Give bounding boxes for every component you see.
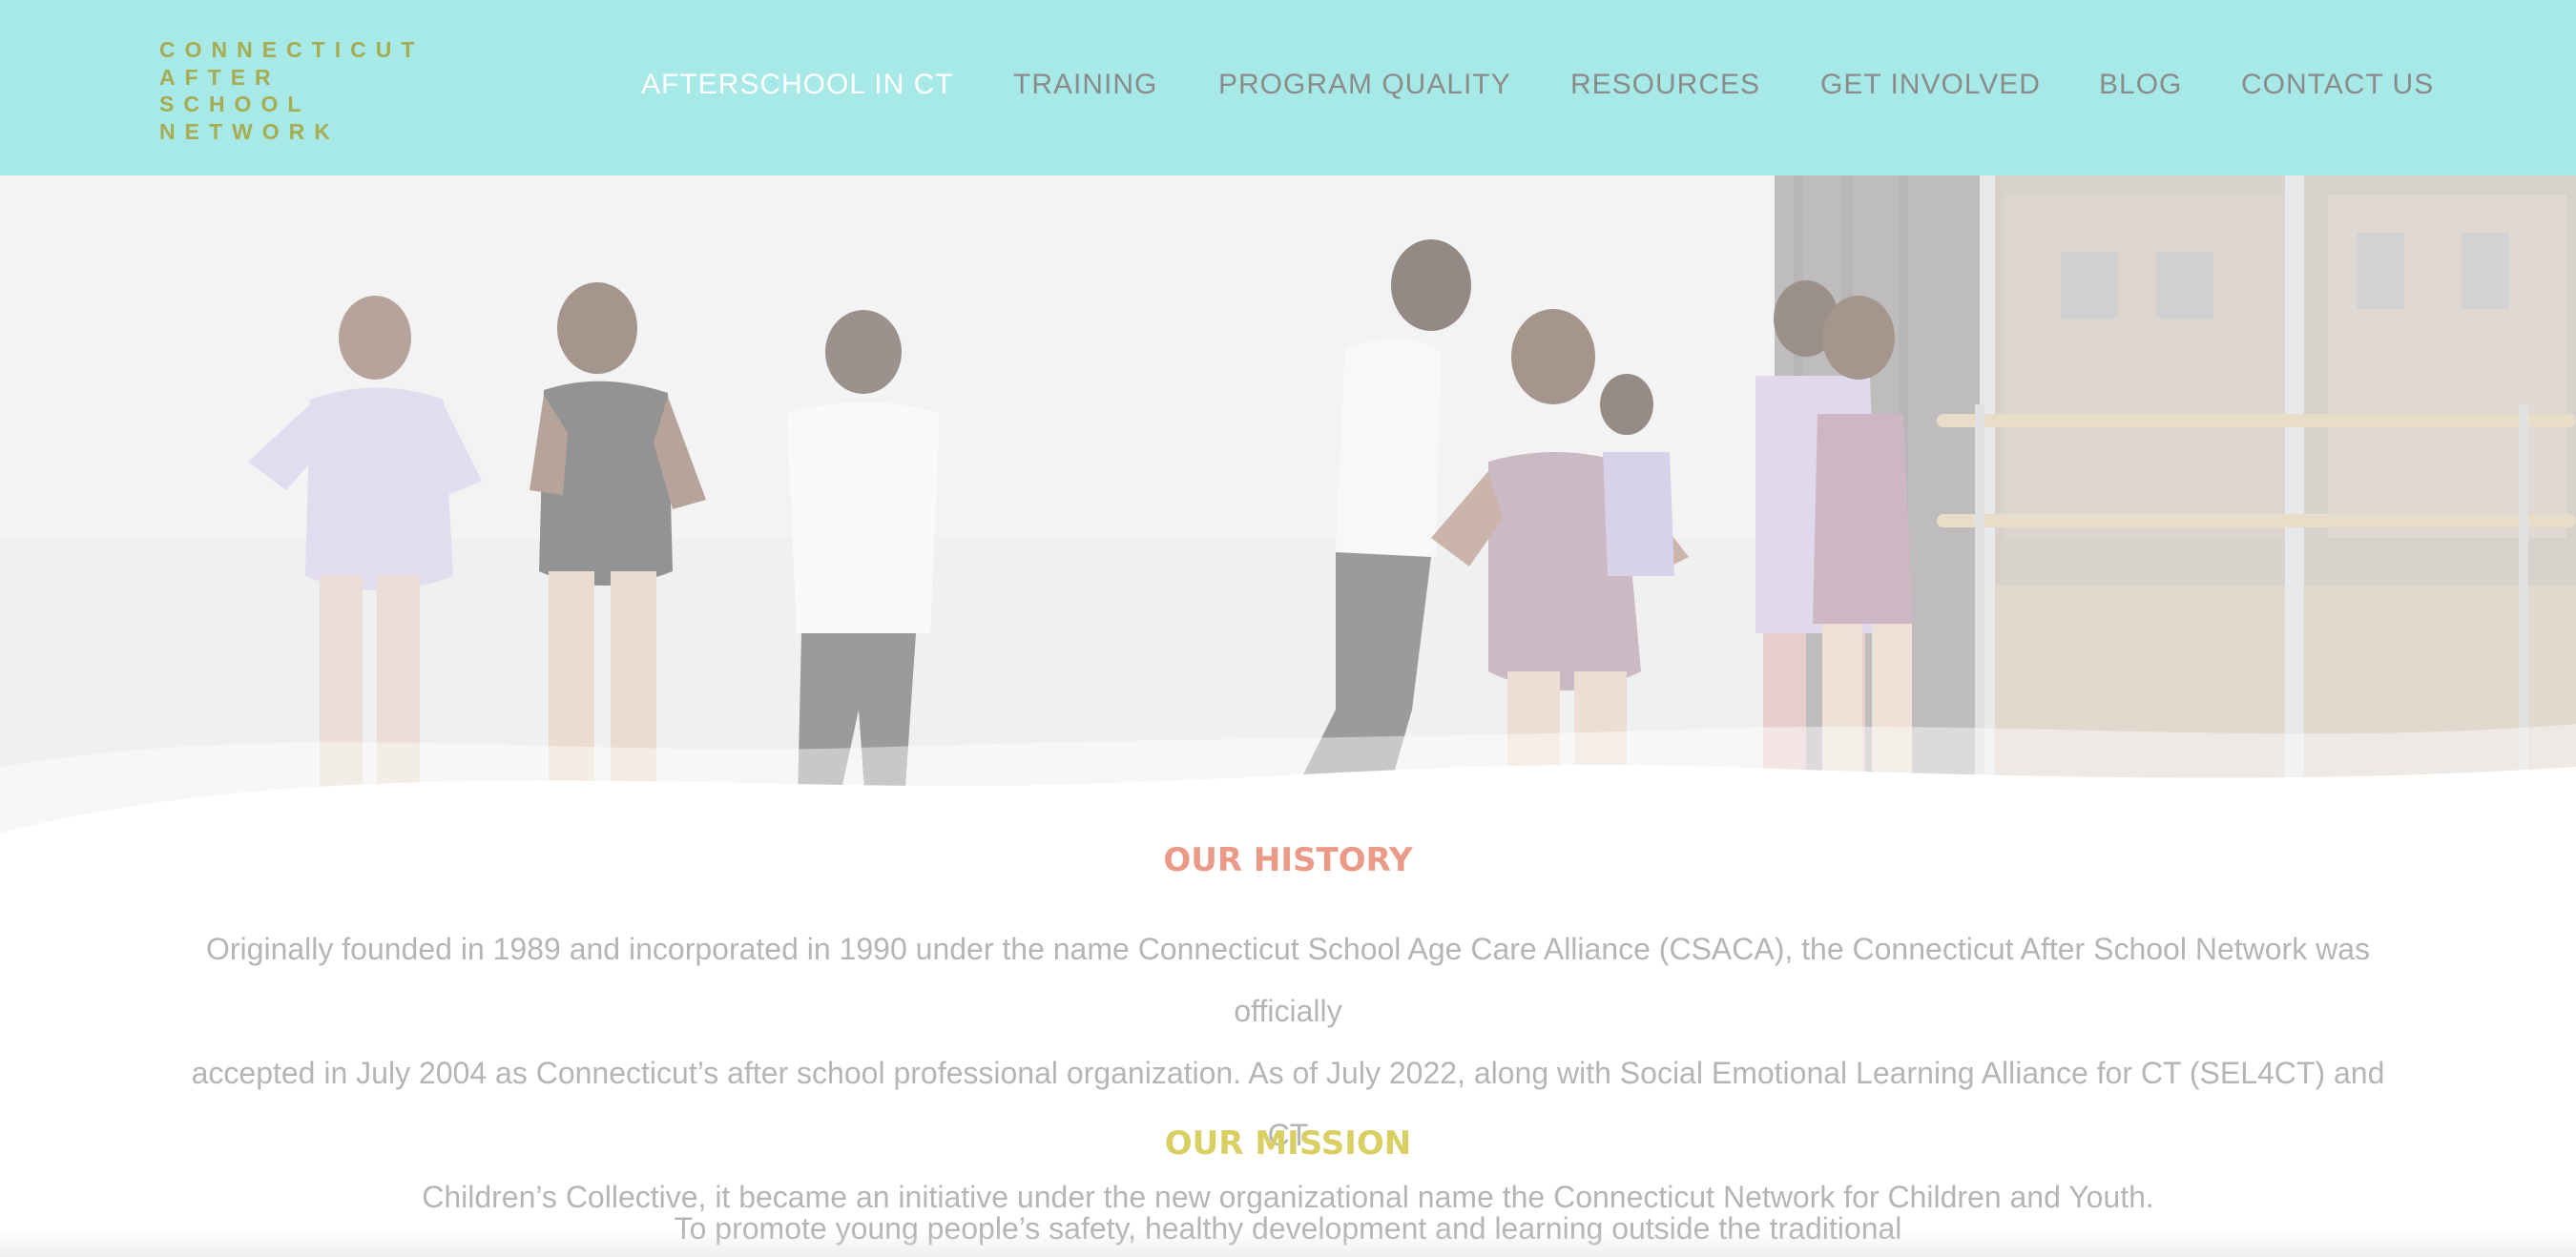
nav-item-afterschool-in-ct[interactable]: AFTERSCHOOL IN CT bbox=[641, 69, 954, 101]
main-nav: AFTERSCHOOL IN CT TRAINING PROGRAM QUALI… bbox=[0, 69, 2576, 107]
nav-item-get-involved[interactable]: GET INVOLVED bbox=[1820, 69, 2041, 101]
bottom-fade bbox=[0, 1230, 2576, 1257]
logo-line-4: NETWORK bbox=[159, 118, 340, 144]
page: CONNECTICUT AFTER SCHOOL NETWORK AFTERSC… bbox=[0, 0, 2576, 1257]
site-header: CONNECTICUT AFTER SCHOOL NETWORK AFTERSC… bbox=[0, 0, 2576, 175]
nav-item-program-quality[interactable]: PROGRAM QUALITY bbox=[1218, 69, 1511, 101]
nav-item-training[interactable]: TRAINING bbox=[1013, 69, 1157, 101]
hero-image bbox=[0, 175, 2576, 843]
nav-item-contact-us[interactable]: CONTACT US bbox=[2241, 69, 2434, 101]
nav-item-resources[interactable]: RESOURCES bbox=[1570, 69, 1760, 101]
hero-illustration bbox=[0, 175, 2576, 843]
history-paragraph: Originally founded in 1989 and incorpora… bbox=[191, 918, 2385, 1228]
history-line-1: Originally founded in 1989 and incorpora… bbox=[206, 932, 2370, 1028]
mission-heading: OUR MISSION bbox=[1164, 1124, 1412, 1163]
history-heading: OUR HISTORY bbox=[1163, 841, 1413, 879]
logo-line-1: CONNECTICUT bbox=[159, 37, 425, 62]
nav-item-blog[interactable]: BLOG bbox=[2099, 69, 2182, 101]
